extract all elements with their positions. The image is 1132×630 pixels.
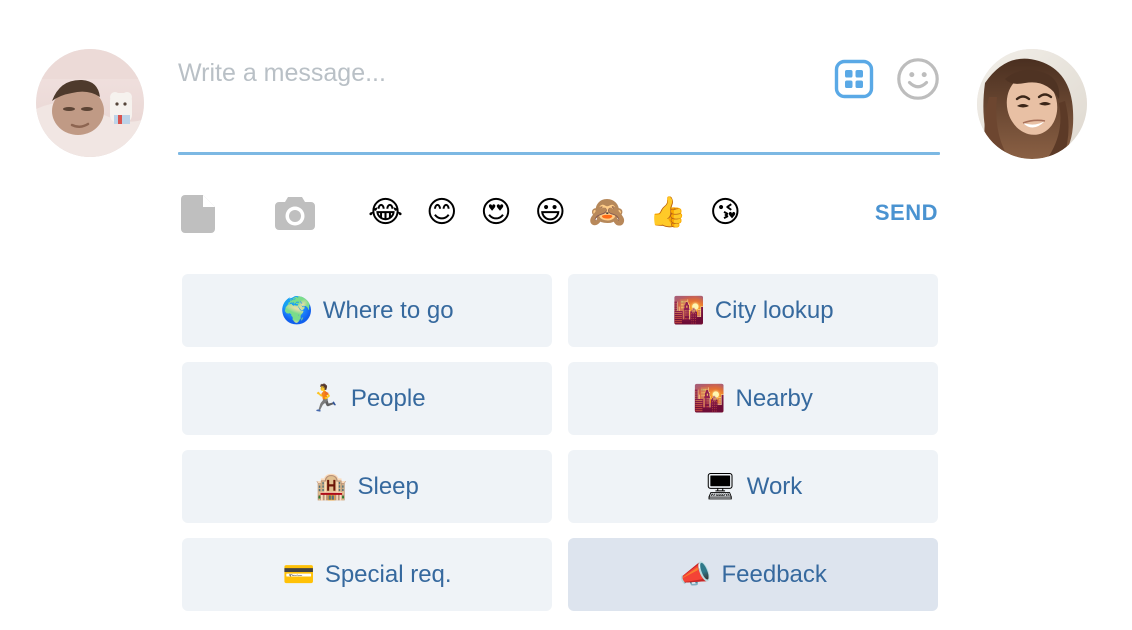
person-running-icon: 🏃 — [308, 383, 341, 414]
composer-toolbar: 😂 😊 😍 😃 🙈 👍 😘 SEND — [178, 186, 940, 240]
quick-reply-grid: 🌍 Where to go 🌇 City lookup 🏃 People 🌇 N… — [182, 274, 938, 611]
credit-card-icon: 💳 — [282, 559, 315, 590]
message-composer — [178, 44, 940, 155]
quick-reply-city-lookup[interactable]: 🌇 City lookup — [568, 274, 938, 347]
right-user-avatar[interactable] — [977, 49, 1087, 159]
emoji-quick-strip: 😂 😊 😍 😃 🙈 👍 😘 — [368, 198, 741, 228]
quick-reply-where-to-go[interactable]: 🌍 Where to go — [182, 274, 552, 347]
emoji-grinning-face-with-big-eyes[interactable]: 😃 — [535, 198, 566, 228]
emoji-face-with-tears-of-joy[interactable]: 😂 — [368, 198, 403, 228]
quick-reply-label: Work — [746, 472, 803, 500]
desktop-computer-icon: 🖥 — [703, 471, 737, 502]
quick-reply-label: Where to go — [322, 296, 454, 324]
smiley-icon-button[interactable] — [896, 57, 940, 101]
quick-reply-label: People — [350, 384, 426, 412]
quick-reply-nearby[interactable]: 🌇 Nearby — [568, 362, 938, 435]
megaphone-icon: 📣 — [679, 559, 712, 590]
hotel-icon: 🏨 — [315, 471, 348, 502]
quick-reply-label: Nearby — [735, 384, 813, 412]
quick-reply-label: Feedback — [721, 560, 827, 588]
quick-reply-sleep[interactable]: 🏨 Sleep — [182, 450, 552, 523]
grid-icon-button[interactable] — [832, 57, 876, 101]
emoji-face-blowing-a-kiss[interactable]: 😘 — [710, 198, 741, 228]
quick-reply-feedback[interactable]: 📣 Feedback — [568, 538, 938, 611]
left-avatar-image — [36, 49, 144, 157]
emoji-see-no-evil-monkey[interactable]: 🙈 — [589, 198, 626, 228]
composer-action-icons — [832, 44, 940, 101]
quick-reply-label: City lookup — [714, 296, 834, 324]
file-icon — [181, 195, 215, 233]
quick-reply-special-req[interactable]: 💳 Special req. — [182, 538, 552, 611]
file-attach-button[interactable] — [178, 190, 224, 236]
emoji-thumbs-up[interactable]: 👍 — [649, 198, 686, 228]
quick-reply-label: Special req. — [324, 560, 452, 588]
globe-showing-europe-africa-icon: 🌍 — [280, 295, 313, 326]
composer-input-row — [178, 44, 940, 152]
emoji-smiling-face-with-heart-eyes[interactable]: 😍 — [480, 198, 511, 228]
sunset-over-buildings-icon: 🌇 — [672, 295, 705, 326]
camera-icon — [275, 197, 315, 230]
grid-icon — [834, 59, 874, 99]
send-button[interactable]: SEND — [873, 196, 940, 230]
quick-reply-people[interactable]: 🏃 People — [182, 362, 552, 435]
sunset-over-buildings-icon: 🌇 — [693, 383, 726, 414]
message-input[interactable] — [178, 44, 832, 90]
right-avatar-image — [977, 49, 1087, 159]
composer-underline — [178, 152, 940, 155]
camera-button[interactable] — [272, 190, 318, 236]
smiley-icon — [897, 58, 939, 100]
emoji-smiling-face-with-smiling-eyes[interactable]: 😊 — [426, 198, 457, 228]
quick-reply-work[interactable]: 🖥 Work — [568, 450, 938, 523]
left-user-avatar[interactable] — [36, 49, 144, 157]
quick-reply-label: Sleep — [357, 472, 419, 500]
